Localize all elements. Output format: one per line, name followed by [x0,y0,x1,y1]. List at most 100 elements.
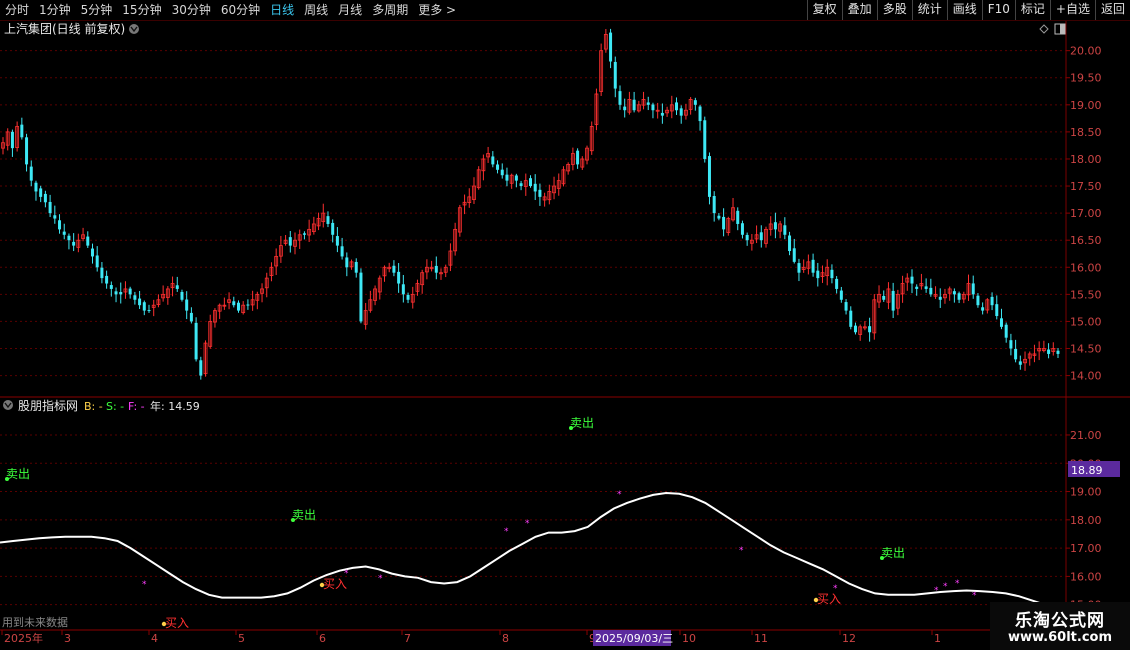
candle [90,243,94,264]
candle [731,197,735,222]
x-tick-label: 12 [842,632,856,645]
x-tick-label: 5 [238,632,245,645]
period-tab-10[interactable]: 更多 > [413,0,461,20]
period-tab-6[interactable]: 日线 [265,0,299,20]
candle [533,174,537,200]
candle [443,264,448,278]
candle [67,233,71,250]
candle [316,212,321,231]
candle [133,291,137,305]
candle [825,259,830,286]
f-signal-dot: * [972,591,977,601]
candle [208,314,213,349]
candle [241,301,246,315]
f-signal-dot: * [934,586,939,596]
candle [297,229,302,249]
candle [952,288,956,303]
candle [1023,351,1027,371]
f-signal-dot: * [955,579,960,589]
candle [349,259,354,270]
candle [25,133,29,172]
candle [1027,351,1032,366]
toolbar-button-1[interactable]: 叠加 [841,0,877,20]
candle [675,97,679,115]
diamond-icon[interactable] [1039,24,1049,34]
toolbar-button-2[interactable]: 多股 [876,0,912,20]
candle [519,180,523,191]
candle [76,233,81,253]
indicator-name: 股朋指标网 [18,398,78,413]
candle [1032,344,1037,363]
toolbar-button-7[interactable]: +自选 [1049,0,1095,20]
candle [236,300,240,313]
candle [778,220,783,239]
price-axis: 20.00 19.50 19.00 18.50 18.00 17.50 17.00 16.50… [1066,45,1102,383]
candle [114,287,118,303]
period-tab-3[interactable]: 15分钟 [117,0,166,20]
candle [957,291,961,304]
candle [81,227,85,242]
candle [651,102,655,119]
future-data-note: 用到未来数据 [2,615,68,629]
candle [891,282,895,319]
period-tab-1[interactable]: 1分钟 [34,0,76,20]
indicator-tick-label: 17.00 [1070,542,1102,555]
candle [335,227,339,253]
watermark-line1: 乐淘公式网 [1015,611,1105,631]
candle [326,211,330,228]
candle [684,103,688,120]
candle [20,117,24,140]
candle [203,340,208,377]
price-tick-label: 18.00 [1070,153,1102,166]
candle [773,212,777,239]
candle [170,276,175,297]
candle [849,306,853,330]
candle [547,184,552,205]
x-tick-label: 7 [404,632,411,645]
candle [722,208,726,237]
candle [462,194,467,215]
period-tab-4[interactable]: 30分钟 [167,0,216,20]
candle [293,232,297,255]
price-tick-label: 15.50 [1070,288,1102,301]
toolbar-button-0[interactable]: 复权 [806,0,842,20]
toolbar-button-5[interactable]: F10 [981,0,1015,20]
candle [453,222,458,256]
candle [105,270,109,289]
candle [472,177,476,204]
candle [274,248,279,276]
period-tab-0[interactable]: 分时 [0,0,34,20]
indicator-b: B: - [84,400,103,413]
period-tab-2[interactable]: 5分钟 [76,0,118,20]
candle [189,307,193,324]
toolbar-button-4[interactable]: 画线 [946,0,982,20]
title-dropdown-icon[interactable] [129,24,139,34]
main-grid [0,50,1066,377]
candle [618,85,622,110]
period-tab-5[interactable]: 60分钟 [216,0,265,20]
candle [486,146,491,163]
candle [1056,347,1060,358]
candle [665,106,669,117]
toolbar-button-6[interactable]: 标记 [1014,0,1050,20]
candle [556,173,561,196]
candle [820,265,825,283]
toolbar-button-3[interactable]: 统计 [911,0,947,20]
candle [415,279,420,296]
candle [929,278,933,297]
x-tick-label: 3 [64,632,71,645]
candle [839,286,843,303]
period-tab-9[interactable]: 多周期 [367,0,413,20]
sell-signal: 卖出 [569,416,594,430]
signal-markers: 卖出卖出卖出卖出买入买入买入** ****** * * ** [5,416,977,630]
candle [269,262,274,282]
panel-toggle-icon[interactable] [1054,23,1066,35]
candle [542,192,547,207]
candle [373,285,377,306]
candle [726,216,731,236]
candle [792,238,796,264]
indicator-dropdown-icon[interactable] [3,400,13,410]
period-tab-7[interactable]: 周线 [299,0,333,20]
toolbar-button-8[interactable]: 返回 [1094,0,1130,20]
period-tab-8[interactable]: 月线 [333,0,367,20]
